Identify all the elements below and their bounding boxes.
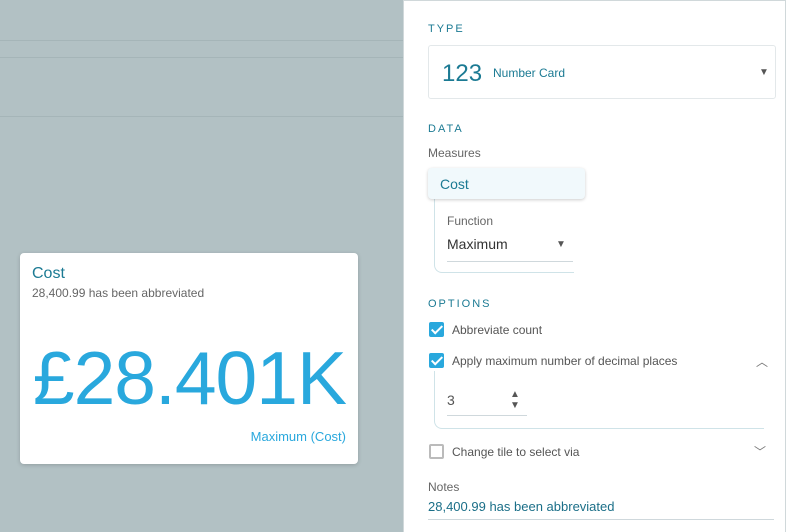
type-label: Number Card [493, 66, 566, 80]
type-heading: TYPE [428, 23, 465, 35]
decimals-checkbox[interactable] [429, 353, 444, 368]
change-tile-checkbox[interactable] [429, 444, 444, 459]
measures-label: Measures [428, 146, 481, 160]
abbreviate-label: Abbreviate count [452, 323, 543, 337]
abbreviate-checkbox[interactable] [429, 322, 444, 337]
stepper-down-icon[interactable]: ▼ [510, 400, 520, 411]
card-value: £28.401K [32, 336, 347, 420]
notes-underline [428, 519, 774, 520]
chevron-down-icon[interactable]: ▼ [556, 239, 566, 250]
card-subtitle: 28,400.99 has been abbreviated [32, 286, 205, 300]
grid-line [0, 116, 403, 117]
number-card[interactable]: Cost 28,400.99 has been abbreviated £28.… [20, 253, 358, 464]
stepper-up-icon[interactable]: ▲ [510, 389, 520, 400]
measure-name: Cost [440, 176, 469, 192]
chevron-down-icon[interactable]: ﹀ [754, 443, 766, 460]
type-select[interactable]: 123 Number Card ▼ [428, 45, 776, 99]
decimals-stepper[interactable]: 3 [447, 392, 455, 408]
decimals-label: Apply maximum number of decimal places [452, 354, 678, 368]
data-heading: DATA [428, 123, 464, 135]
change-tile-label: Change tile to select via [452, 445, 580, 459]
stepper-underline [447, 415, 527, 416]
chevron-up-icon[interactable]: ︿ [756, 353, 768, 370]
function-label: Function [447, 214, 494, 228]
options-heading: OPTIONS [428, 298, 492, 310]
notes-label: Notes [428, 480, 460, 494]
settings-panel: TYPE 123 Number Card ▼ DATA Measures Cos… [403, 0, 786, 532]
dashboard-canvas: Cost 28,400.99 has been abbreviated £28.… [0, 0, 403, 532]
card-title: Cost [32, 265, 65, 282]
notes-field[interactable]: 28,400.99 has been abbreviated [428, 499, 615, 514]
grid-line [0, 40, 403, 41]
card-footer: Maximum (Cost) [250, 429, 346, 444]
function-select[interactable]: Maximum [447, 236, 508, 252]
decimals-group-line [434, 371, 764, 429]
number-card-icon: 123 [442, 60, 483, 87]
function-underline [447, 261, 573, 262]
grid-line [0, 57, 403, 58]
chevron-down-icon: ▼ [759, 67, 769, 78]
measure-chip-cost[interactable]: Cost [428, 168, 585, 199]
